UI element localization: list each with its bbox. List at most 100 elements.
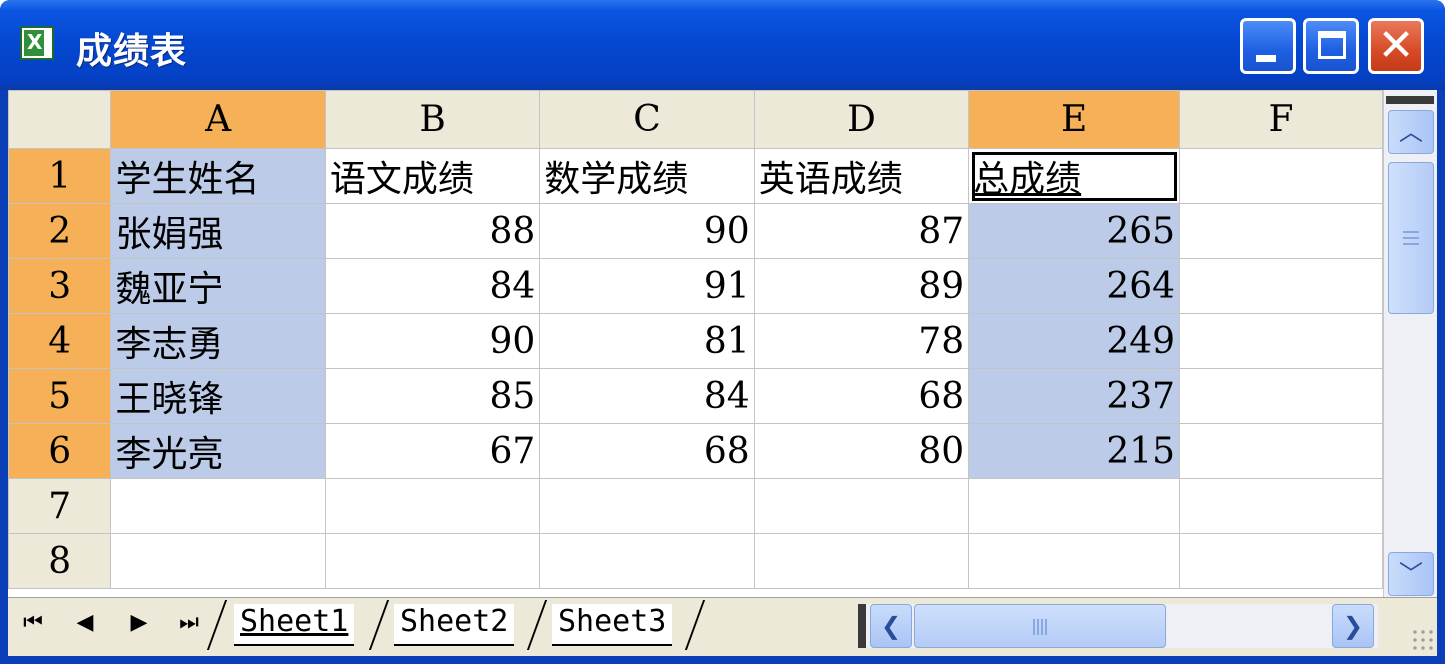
row-header[interactable]: 8 [8,533,112,589]
cell-d5[interactable]: 68 [753,368,970,424]
chevron-up-icon: ︿ [1399,118,1423,146]
worksheet-grid: A B C D E F 1 学生姓名 语文成绩 数学成绩 英语成绩 总成绩 2 … [8,90,1383,597]
cell-f4[interactable] [1179,313,1383,369]
cell-f6[interactable] [1179,423,1383,479]
cell-c7[interactable] [539,478,755,534]
cell-f2[interactable] [1179,203,1383,259]
cell-b4[interactable]: 90 [324,313,541,369]
cell-e3[interactable]: 264 [968,258,1181,314]
tab-sheet3[interactable]: Sheet3 [552,604,673,646]
cell-a8[interactable] [110,533,326,589]
chevron-left-icon: ❮ [880,612,902,640]
cell-b1[interactable]: 语文成绩 [324,148,541,204]
cell-f3[interactable] [1179,258,1383,314]
cell-c4[interactable]: 81 [539,313,755,369]
cell-b7[interactable] [324,478,541,534]
cell-c8[interactable] [539,533,755,589]
vertical-scrollbar[interactable]: ︿ ﹀ [1383,90,1437,597]
cell-f7[interactable] [1179,478,1383,534]
cell-e2[interactable]: 265 [968,203,1181,259]
vertical-scroll-thumb[interactable] [1388,162,1434,314]
cell-f5[interactable] [1179,368,1383,424]
next-icon: ▶ [130,610,148,635]
cell-c6[interactable]: 68 [539,423,755,479]
scroll-left-button[interactable]: ❮ [870,604,912,648]
maximize-icon [1318,31,1346,59]
cell-e7[interactable] [968,478,1181,534]
cell-a1[interactable]: 学生姓名 [110,148,326,204]
cell-e6[interactable]: 215 [968,423,1181,479]
cell-d2[interactable]: 87 [753,203,970,259]
scroll-up-button[interactable]: ︿ [1388,110,1434,154]
row-header[interactable]: 5 [8,368,112,424]
scroll-right-button[interactable]: ❯ [1332,604,1374,648]
cell-d7[interactable] [753,478,970,534]
cell-f8[interactable] [1179,533,1383,589]
cell-a4[interactable]: 李志勇 [110,313,326,369]
next-sheet-button[interactable]: ▶ [124,610,154,635]
minimize-button[interactable] [1240,18,1296,74]
cell-b8[interactable] [324,533,541,589]
grip-icon [1033,619,1049,635]
column-header-b[interactable]: B [324,90,541,149]
cell-e5[interactable]: 237 [968,368,1181,424]
row-header[interactable]: 2 [8,203,112,259]
cell-a2[interactable]: 张娟强 [110,203,326,259]
first-sheet-button[interactable]: ⏮ [18,610,48,635]
chevron-down-icon: ﹀ [1399,560,1423,588]
cell-d3[interactable]: 89 [753,258,970,314]
cell-b6[interactable]: 67 [324,423,541,479]
select-all-corner[interactable] [8,90,112,149]
close-button[interactable]: ✕ [1368,18,1424,74]
cell-a5[interactable]: 王晓锋 [110,368,326,424]
table-row: 4 李志勇 90 81 78 249 [8,313,1383,369]
cell-b2[interactable]: 88 [324,203,541,259]
cell-e1-active[interactable]: 总成绩 [968,148,1181,204]
cell-d1[interactable]: 英语成绩 [753,148,970,204]
cell-d4[interactable]: 78 [753,313,970,369]
excel-icon[interactable] [20,26,54,60]
cell-d8[interactable] [753,533,970,589]
column-header-f[interactable]: F [1179,90,1383,149]
cell-a6[interactable]: 李光亮 [110,423,326,479]
row-header[interactable]: 7 [8,478,112,534]
title-bar[interactable]: 成绩表 ✕ [0,0,1445,90]
tab-sheet2[interactable]: Sheet2 [394,604,515,646]
horizontal-scrollbar[interactable]: ❮ ❯ [858,604,1378,648]
table-row: 8 [8,533,1383,589]
column-header-c[interactable]: C [539,90,755,149]
row-header[interactable]: 6 [8,423,112,479]
column-header-a[interactable]: A [110,90,326,149]
cell-a3[interactable]: 魏亚宁 [110,258,326,314]
cell-c5[interactable]: 84 [539,368,755,424]
cell-a7[interactable] [110,478,326,534]
cell-c1[interactable]: 数学成绩 [539,148,755,204]
row-header[interactable]: 3 [8,258,112,314]
last-sheet-button[interactable]: ⏭ [174,610,204,635]
maximize-button[interactable] [1303,18,1359,74]
row-header[interactable]: 4 [8,313,112,369]
cell-c3[interactable]: 91 [539,258,755,314]
cell-c2[interactable]: 90 [539,203,755,259]
row-header[interactable]: 1 [8,148,112,204]
horizontal-scroll-thumb[interactable] [914,604,1166,648]
workbook-area: A B C D E F 1 学生姓名 语文成绩 数学成绩 英语成绩 总成绩 2 … [8,90,1437,656]
column-header-d[interactable]: D [753,90,970,149]
cell-d6[interactable]: 80 [753,423,970,479]
column-header-e[interactable]: E [968,90,1181,149]
table-row: 7 [8,478,1383,534]
scroll-down-button[interactable]: ﹀ [1388,552,1434,596]
last-icon: ⏭ [179,610,199,635]
resize-grip-icon[interactable] [1411,628,1435,652]
cell-b3[interactable]: 84 [324,258,541,314]
tab-sheet1[interactable]: Sheet1 [234,604,355,646]
table-row: 3 魏亚宁 84 91 89 264 [8,258,1383,314]
previous-sheet-button[interactable]: ◀ [70,610,100,635]
cell-b5[interactable]: 85 [324,368,541,424]
cell-e4[interactable]: 249 [968,313,1181,369]
column-header-row: A B C D E F [8,90,1383,149]
cell-f1[interactable] [1179,148,1383,204]
split-box[interactable] [1386,96,1434,104]
cell-e8[interactable] [968,533,1181,589]
tab-split-box[interactable] [858,604,866,648]
